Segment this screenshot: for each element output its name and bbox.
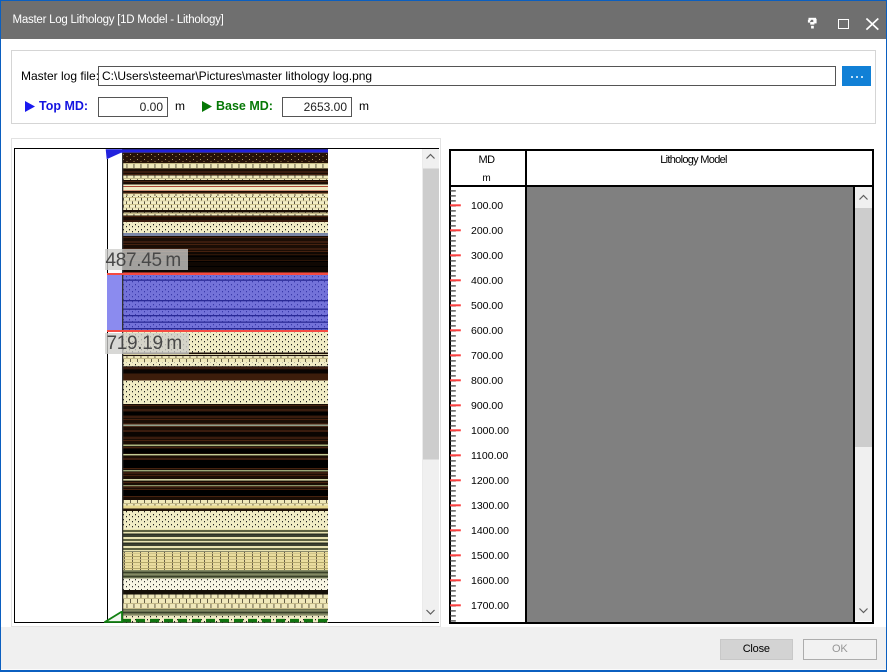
svg-text:100.00: 100.00	[471, 200, 503, 212]
svg-text:1300.00: 1300.00	[471, 500, 509, 512]
svg-text:500.00: 500.00	[471, 300, 503, 312]
svg-text:600.00: 600.00	[471, 325, 503, 337]
svg-text:800.00: 800.00	[471, 375, 503, 387]
svg-text:300.00: 300.00	[471, 250, 503, 262]
svg-text:1400.00: 1400.00	[471, 525, 509, 537]
svg-text:1500.00: 1500.00	[471, 550, 509, 562]
svg-text:1700.00: 1700.00	[471, 600, 509, 612]
svg-text:400.00: 400.00	[471, 275, 503, 287]
svg-text:700.00: 700.00	[471, 350, 503, 362]
svg-text:1600.00: 1600.00	[471, 575, 509, 587]
svg-text:1000.00: 1000.00	[471, 425, 509, 437]
svg-text:900.00: 900.00	[471, 400, 503, 412]
svg-text:200.00: 200.00	[471, 225, 503, 237]
svg-text:1100.00: 1100.00	[471, 450, 508, 462]
svg-text:1200.00: 1200.00	[471, 475, 509, 487]
